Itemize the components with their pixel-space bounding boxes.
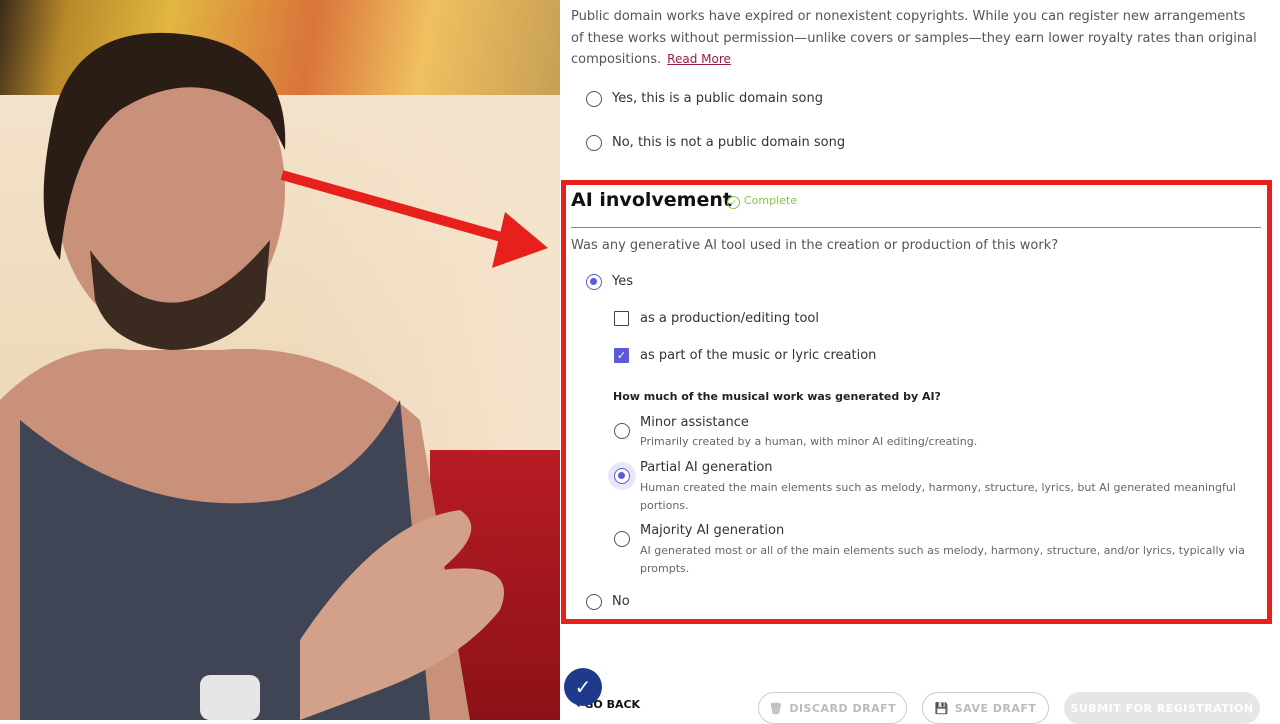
production-tool-checkbox[interactable] xyxy=(614,311,629,326)
music-lyric-creation-checkbox[interactable]: ✓ xyxy=(614,348,629,363)
public-domain-intro: Public domain works have expired or none… xyxy=(571,6,1261,71)
public-domain-no-radio[interactable] xyxy=(586,135,602,151)
discard-draft-button[interactable]: 🗑 DISCARD DRAFT xyxy=(758,692,907,724)
minor-assistance-label[interactable]: Minor assistance xyxy=(640,415,749,430)
music-lyric-creation-label[interactable]: as part of the music or lyric creation xyxy=(640,348,876,363)
minor-assistance-radio[interactable] xyxy=(614,423,630,439)
status-badge: ✓ Complete xyxy=(727,194,797,209)
ai-amount-question: How much of the musical work was generat… xyxy=(613,390,941,403)
read-more-link[interactable]: Read More xyxy=(667,52,731,66)
check-circle-icon: ✓ xyxy=(727,196,740,209)
minor-assistance-desc: Primarily created by a human, with minor… xyxy=(640,435,978,448)
save-icon: 💾 xyxy=(934,701,949,715)
partial-ai-label[interactable]: Partial AI generation xyxy=(640,460,773,475)
partial-ai-desc: Human created the main elements such as … xyxy=(640,481,1236,512)
majority-ai-radio[interactable] xyxy=(614,531,630,547)
ai-no-label[interactable]: No xyxy=(612,594,630,609)
section-divider xyxy=(571,227,1261,228)
save-draft-label: SAVE DRAFT xyxy=(954,701,1037,715)
public-domain-yes-radio[interactable] xyxy=(586,91,602,107)
ai-question: Was any generative AI tool used in the c… xyxy=(571,238,1059,253)
person-silhouette xyxy=(0,32,504,720)
partial-ai-radio[interactable] xyxy=(614,468,630,484)
production-tool-label[interactable]: as a production/editing tool xyxy=(640,311,819,326)
submit-registration-button[interactable]: SUBMIT FOR REGISTRATION xyxy=(1064,692,1260,724)
submit-registration-label: SUBMIT FOR REGISTRATION xyxy=(1070,701,1254,715)
trash-icon: 🗑 xyxy=(768,701,784,715)
majority-ai-desc: AI generated most or all of the main ele… xyxy=(640,544,1245,575)
ai-no-radio[interactable] xyxy=(586,594,602,610)
ai-yes-radio[interactable] xyxy=(586,274,602,290)
presenter-photo xyxy=(0,0,560,720)
status-text: Complete xyxy=(744,194,798,207)
registration-form: Public domain works have expired or none… xyxy=(560,0,1280,724)
save-draft-button[interactable]: 💾 SAVE DRAFT xyxy=(922,692,1049,724)
public-domain-no-label[interactable]: No, this is not a public domain song xyxy=(612,135,845,150)
verified-logo-icon: ✓ xyxy=(564,668,602,706)
majority-ai-label[interactable]: Majority AI generation xyxy=(640,523,784,538)
public-domain-yes-label[interactable]: Yes, this is a public domain song xyxy=(612,91,823,106)
discard-draft-label: DISCARD DRAFT xyxy=(789,701,897,715)
ai-yes-label[interactable]: Yes xyxy=(612,274,633,289)
ai-section-title: AI involvement xyxy=(571,189,732,211)
